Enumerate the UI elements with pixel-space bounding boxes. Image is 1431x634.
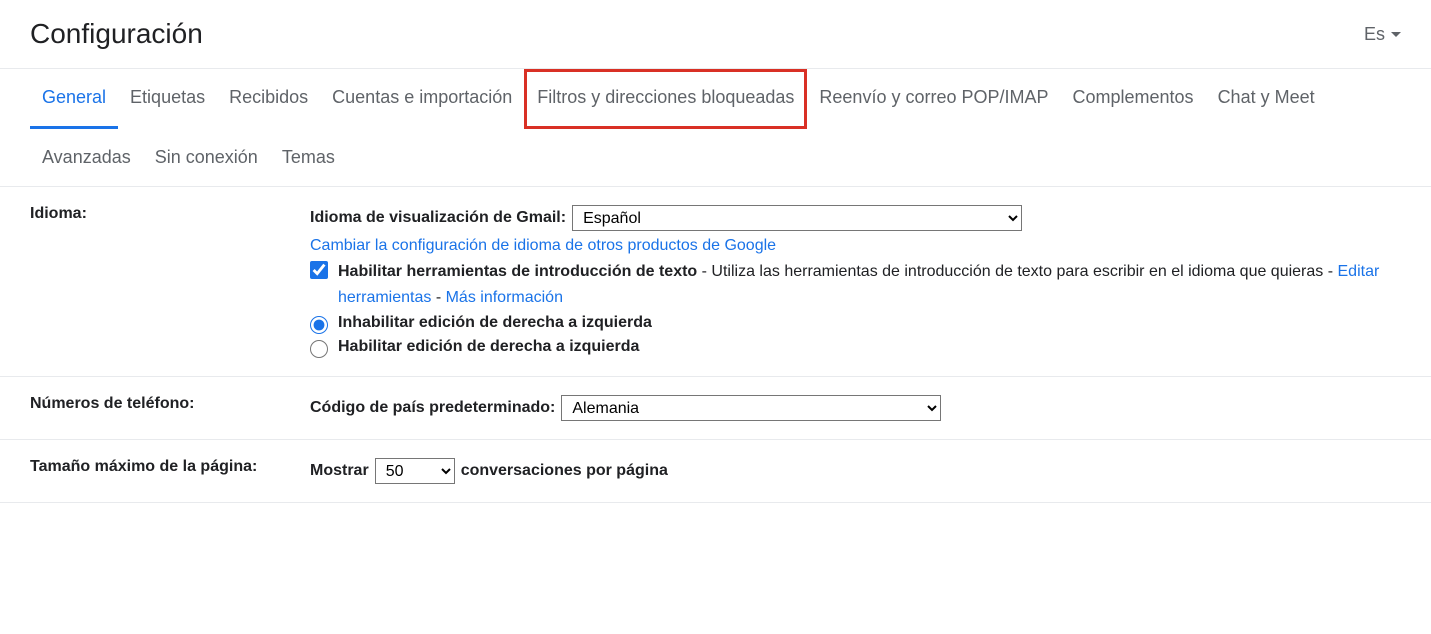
section-phone: Números de teléfono: Código de país pred… xyxy=(0,377,1431,440)
caret-down-icon xyxy=(1391,32,1401,37)
rtl-off-radio[interactable] xyxy=(310,316,328,334)
language-switcher-label: Es xyxy=(1364,24,1385,45)
tab-forwarding-pop-imap[interactable]: Reenvío y correo POP/IMAP xyxy=(807,69,1060,129)
page-title: Configuración xyxy=(30,18,203,50)
section-language: Idioma: Idioma de visualización de Gmail… xyxy=(0,187,1431,377)
separator: - xyxy=(431,289,445,306)
tab-inbox[interactable]: Recibidos xyxy=(217,69,320,129)
tab-offline[interactable]: Sin conexión xyxy=(143,129,270,186)
page-size-show-label: Mostrar xyxy=(310,462,369,480)
section-page-size: Tamaño máximo de la página: Mostrar 50 c… xyxy=(0,440,1431,503)
rtl-on-radio[interactable] xyxy=(310,340,328,358)
tab-advanced[interactable]: Avanzadas xyxy=(30,129,143,186)
section-label-page-size: Tamaño máximo de la página: xyxy=(30,458,310,484)
rtl-off-label: Inhabilitar edición de derecha a izquier… xyxy=(338,314,652,332)
page-size-select[interactable]: 50 xyxy=(375,458,455,484)
language-switcher[interactable]: Es xyxy=(1364,24,1401,45)
section-label-phone: Números de teléfono: xyxy=(30,395,310,421)
tab-chat-meet[interactable]: Chat y Meet xyxy=(1206,69,1327,129)
rtl-on-label: Habilitar edición de derecha a izquierda xyxy=(338,338,639,356)
change-language-other-products-link[interactable]: Cambiar la configuración de idioma de ot… xyxy=(310,237,776,254)
enable-input-tools-checkbox[interactable] xyxy=(310,261,328,279)
tab-accounts-import[interactable]: Cuentas e importación xyxy=(320,69,524,129)
section-label-language: Idioma: xyxy=(30,205,310,358)
tab-addons[interactable]: Complementos xyxy=(1061,69,1206,129)
enable-input-tools-label: Habilitar herramientas de introducción d… xyxy=(338,263,697,280)
country-code-label: Código de país predeterminado: xyxy=(310,399,555,417)
display-language-label: Idioma de visualización de Gmail: xyxy=(310,209,566,227)
country-code-select[interactable]: Alemania xyxy=(561,395,941,421)
enable-input-tools-desc: - Utiliza las herramientas de introducci… xyxy=(697,263,1337,280)
tab-filters-blocked[interactable]: Filtros y direcciones bloqueadas xyxy=(524,69,807,129)
display-language-select[interactable]: Español xyxy=(572,205,1022,231)
more-info-link[interactable]: Más información xyxy=(446,289,563,306)
tab-labels[interactable]: Etiquetas xyxy=(118,69,217,129)
tab-general[interactable]: General xyxy=(30,69,118,129)
tab-themes[interactable]: Temas xyxy=(270,129,347,186)
page-size-suffix: conversaciones por página xyxy=(461,462,668,480)
settings-tabs: General Etiquetas Recibidos Cuentas e im… xyxy=(0,69,1431,187)
